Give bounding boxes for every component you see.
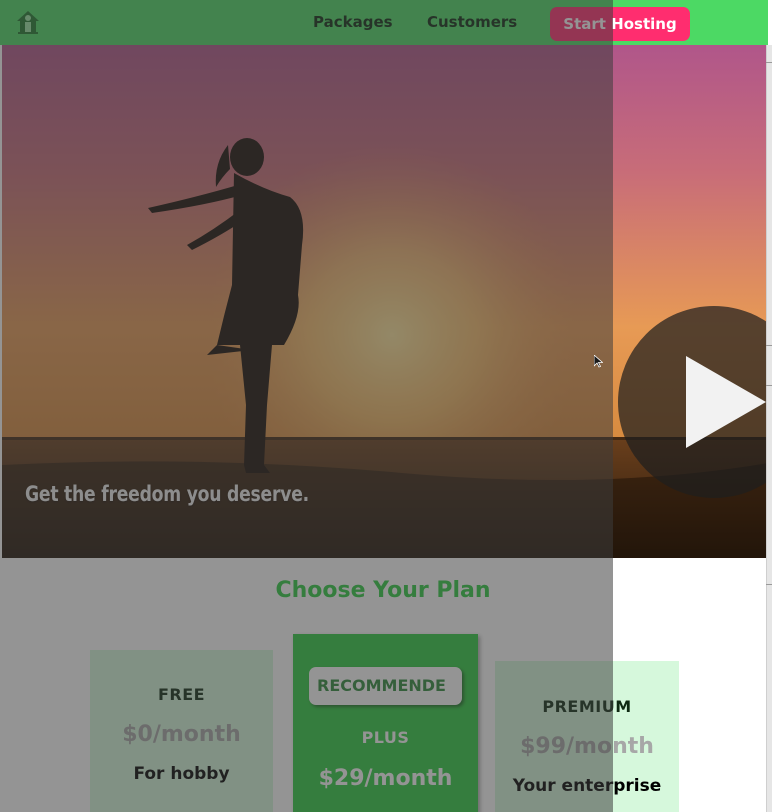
nav-packages-link[interactable]: Packages xyxy=(313,13,393,31)
plan-price: $0/month xyxy=(122,722,241,747)
plan-description: Your enterprise xyxy=(512,776,662,796)
plan-card-premium[interactable]: PREMIUM $99/month Your enterprise xyxy=(495,661,679,812)
plan-price: $99/month xyxy=(520,734,654,759)
top-navbar: Packages Customers Start Hosting xyxy=(0,0,768,45)
plan-card-plus[interactable]: RECOMMENDE PLUS $29/month xyxy=(293,634,478,812)
plan-card-free[interactable]: FREE $0/month For hobby xyxy=(90,650,273,812)
mouse-cursor-icon xyxy=(594,355,603,368)
plan-name: PLUS xyxy=(361,728,410,747)
plan-name: PREMIUM xyxy=(542,697,632,716)
scrollbar-tick xyxy=(766,345,772,346)
scrollbar-tick xyxy=(766,584,772,585)
page-scrollbar[interactable] xyxy=(766,45,772,812)
plan-description: For hobby xyxy=(133,764,230,784)
play-icon xyxy=(686,356,766,448)
recommended-badge: RECOMMENDE xyxy=(309,667,462,705)
hero-section: Get the freedom you deserve. xyxy=(2,45,768,558)
hero-tagline: Get the freedom you deserve. xyxy=(25,482,309,506)
scrollbar-tick xyxy=(766,385,772,386)
plan-name: FREE xyxy=(157,685,206,704)
plan-price: $29/month xyxy=(318,766,453,791)
house-tree-logo-icon[interactable] xyxy=(14,8,42,36)
nav-customers-link[interactable]: Customers xyxy=(427,13,517,31)
scrollbar-tick xyxy=(766,62,772,63)
plans-section: Choose Your Plan FREE $0/month For hobby… xyxy=(0,558,766,812)
plans-title: Choose Your Plan xyxy=(275,578,491,603)
start-hosting-button[interactable]: Start Hosting xyxy=(550,7,690,41)
